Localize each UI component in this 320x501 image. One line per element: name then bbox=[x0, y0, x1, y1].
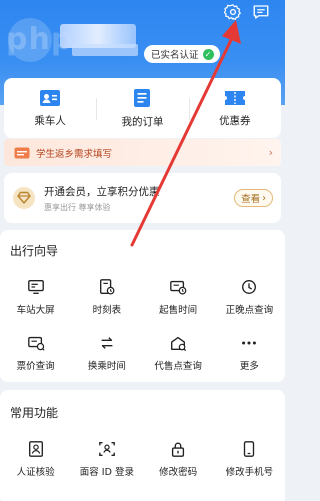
membership-subtitle: 惠享出行 尊享体验 bbox=[44, 202, 111, 212]
delay-query-label: 正晚点查询 bbox=[225, 305, 274, 316]
chevron-right-icon: › bbox=[262, 192, 266, 204]
avatar[interactable] bbox=[8, 18, 52, 62]
agency-query-icon bbox=[171, 336, 187, 352]
phone-icon bbox=[244, 441, 255, 457]
passenger-button[interactable]: 乘车人 bbox=[4, 78, 96, 138]
id-verify-icon bbox=[28, 441, 43, 457]
timetable-button[interactable]: 时刻表 bbox=[71, 278, 142, 334]
coupons-label: 优惠券 bbox=[219, 114, 251, 127]
verified-label: 已实名认证 bbox=[151, 50, 199, 61]
timetable-icon bbox=[99, 279, 115, 295]
student-return-banner[interactable]: 学生返乡需求填写 › bbox=[4, 139, 281, 166]
verified-badge[interactable]: 已实名认证 ✓ bbox=[144, 45, 220, 63]
id-verify-label: 人证核验 bbox=[16, 467, 55, 478]
face-id-icon bbox=[99, 442, 115, 456]
view-membership-button[interactable]: 查看 › bbox=[234, 189, 273, 207]
coupon-icon bbox=[224, 90, 245, 105]
fare-query-icon bbox=[27, 336, 45, 351]
passenger-card-icon bbox=[40, 89, 61, 106]
sale-time-button[interactable]: 起售时间 bbox=[143, 278, 214, 334]
more-label: 更多 bbox=[239, 361, 259, 372]
main-menu-card: 乘车人 我的订单 优惠券 bbox=[4, 78, 281, 138]
passenger-label: 乘车人 bbox=[34, 114, 66, 127]
travel-guide-title: 出行向导 bbox=[10, 244, 59, 258]
chevron-right-icon: › bbox=[268, 146, 273, 159]
station-screen-label: 车站大屏 bbox=[16, 305, 55, 316]
coupons-button[interactable]: 优惠券 bbox=[188, 78, 281, 138]
fare-query-label: 票价查询 bbox=[16, 361, 55, 372]
message-icon[interactable] bbox=[252, 3, 270, 21]
change-phone-button[interactable]: 修改手机号 bbox=[214, 440, 285, 496]
station-screen-button[interactable]: 车站大屏 bbox=[0, 278, 71, 334]
travel-guide-grid: 车站大屏 时刻表 起售时间 正晚点查询 票价查询 换乘时间 代售点查询 更多 bbox=[0, 278, 285, 390]
common-functions-section: 常用功能 人证核验 面容 ID 登录 修改密码 修改手机号 bbox=[0, 390, 285, 501]
membership-title: 开通会员，立享积分优惠 bbox=[44, 185, 160, 198]
settings-icon[interactable] bbox=[224, 3, 242, 21]
my-orders-button[interactable]: 我的订单 bbox=[96, 78, 188, 138]
more-icon bbox=[242, 341, 257, 345]
user-id-blurred bbox=[72, 44, 138, 56]
view-button-label: 查看 bbox=[241, 194, 261, 205]
diamond-icon bbox=[13, 187, 35, 209]
sale-time-icon bbox=[170, 280, 187, 295]
id-verify-button[interactable]: 人证核验 bbox=[0, 440, 71, 496]
student-banner-label: 学生返乡需求填写 bbox=[36, 148, 113, 160]
agency-query-button[interactable]: 代售点查询 bbox=[143, 334, 214, 390]
timetable-label: 时刻表 bbox=[92, 305, 122, 316]
membership-card[interactable]: 开通会员，立享积分优惠 惠享出行 尊享体验 查看 › bbox=[4, 173, 281, 223]
face-id-label: 面容 ID 登录 bbox=[79, 467, 134, 478]
order-list-icon bbox=[134, 88, 151, 107]
transfer-time-button[interactable]: 换乘时间 bbox=[71, 334, 142, 390]
change-phone-label: 修改手机号 bbox=[225, 467, 274, 478]
delay-query-button[interactable]: 正晚点查询 bbox=[214, 278, 285, 334]
sale-time-label: 起售时间 bbox=[159, 305, 198, 316]
agency-query-label: 代售点查询 bbox=[154, 361, 202, 372]
transfer-time-icon bbox=[101, 337, 113, 349]
check-icon: ✓ bbox=[202, 48, 214, 60]
transfer-time-label: 换乘时间 bbox=[87, 361, 126, 372]
common-functions-grid: 人证核验 面容 ID 登录 修改密码 修改手机号 bbox=[0, 440, 285, 496]
lock-icon bbox=[172, 442, 185, 457]
change-password-button[interactable]: 修改密码 bbox=[143, 440, 214, 496]
fare-query-button[interactable]: 票价查询 bbox=[0, 334, 71, 390]
delay-query-icon bbox=[242, 280, 257, 294]
student-ticket-icon bbox=[14, 147, 30, 158]
face-id-button[interactable]: 面容 ID 登录 bbox=[71, 440, 142, 496]
travel-guide-section: 出行向导 车站大屏 时刻表 起售时间 正晚点查询 票价查询 换乘时间 代售点查询… bbox=[0, 230, 285, 382]
common-functions-title: 常用功能 bbox=[10, 406, 59, 420]
my-orders-label: 我的订单 bbox=[121, 115, 164, 128]
station-screen-icon bbox=[27, 280, 44, 294]
more-button[interactable]: 更多 bbox=[214, 334, 285, 390]
change-password-label: 修改密码 bbox=[159, 467, 198, 478]
